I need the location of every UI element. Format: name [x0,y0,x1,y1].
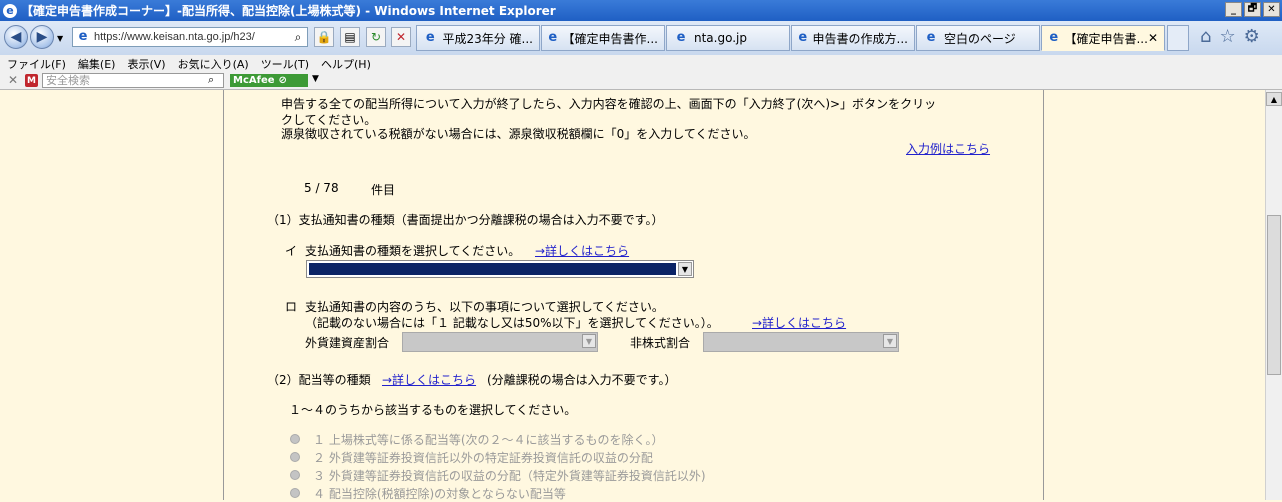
forward-button[interactable]: ▶ [30,25,54,49]
foreign-asset-ratio-label: 外貨建資産割合 [305,336,390,350]
stop-icon[interactable]: ✕ [391,27,411,47]
tab-ie-icon: e [548,30,558,45]
scroll-thumb[interactable] [1267,215,1281,375]
home-icon[interactable]: ⌂ [1200,28,1211,46]
url-text[interactable]: https://www.keisan.nta.go.jp/h23/ [94,31,272,43]
menu-view[interactable]: 表示(V) [127,56,165,72]
menu-help[interactable]: ヘルプ(H) [321,56,371,72]
window-title: 【確定申告書作成コーナー】-配当所得、配当控除(上場株式等) - Windows… [21,4,556,18]
tab-label: 【確定申告書... [1064,31,1148,46]
tab-6-active[interactable]: e 【確定申告書... ✕ [1041,25,1165,51]
foreign-asset-ratio-select[interactable]: ▼ [402,332,598,352]
mcafee-dropdown-icon[interactable]: ▼ [312,74,319,84]
mcafee-button[interactable]: McAfee ⊘ [230,74,308,87]
dropdown-arrow-icon: ▼ [883,334,897,348]
tab-ie-icon: e [798,30,808,45]
close-toolbar-icon[interactable]: ✕ [8,73,18,87]
check-icon: ⊘ [278,75,287,86]
menu-file[interactable]: ファイル(F) [7,56,66,72]
selected-highlight [309,263,676,275]
lock-icon[interactable]: 🔒 [314,27,334,47]
tab-ie-icon: e [926,30,936,45]
record-counter: 5 / 78 [304,181,339,195]
section1-title: （1）支払通知書の種類（書面提出かつ分離課税の場合は入力不要です。） [267,213,664,227]
non-stock-ratio-label: 非株式割合 [630,336,691,350]
dividend-type-option-3: ３ 外貨建等証券投資信託の収益の分配（特定外貨建等証券投資信託以外) [313,469,706,483]
dividend-type-option-1: １ 上場株式等に係る配当等(次の２～４に該当するものを除く。） [313,433,664,447]
section2-note: (分離課税の場合は入力不要です。） [487,373,677,387]
tab-5[interactable]: e 空白のページ [916,25,1040,51]
restore-button[interactable]: 🗗 [1244,2,1261,17]
detail-link-2[interactable]: →詳しくはこちら [752,314,846,331]
mcafee-label: McAfee [233,75,275,86]
window-titlebar: e 【確定申告書作成コーナー】-配当所得、配当控除(上場株式等) - Windo… [0,0,1282,21]
tab-2[interactable]: e 【確定申告書作... [541,25,665,51]
search-icon[interactable]: ⌕ [208,73,214,87]
tab-3[interactable]: e nta.go.jp [666,25,790,51]
tab-1[interactable]: e 平成23年分 確... [416,25,540,51]
navigation-bar: ◀ ▶ ▼ e https://www.keisan.nta.go.jp/h23… [0,21,1282,56]
page-right-margin [1043,90,1266,500]
menu-edit[interactable]: 編集(E) [78,56,116,72]
tab-ie-icon: e [1049,30,1059,45]
example-link[interactable]: 入力例はこちら [906,140,990,157]
compat-view-icon[interactable]: ▤ [340,27,360,47]
favorites-star-icon[interactable]: ☆ [1219,28,1235,46]
search-dropdown-icon[interactable]: ⌕ [289,30,307,45]
refresh-icon[interactable]: ↻ [366,27,386,47]
detail-link-3[interactable]: →詳しくはこちら [382,371,476,388]
back-arrow-icon: ◀ [10,29,22,45]
intro-text-1: 申告する全ての配当所得について入力が終了したら、入力内容を確認の上、画面下の「入… [281,97,937,111]
section2-instruction: １～４のうちから該当するものを選択してください。 [289,403,577,417]
menu-favorites[interactable]: お気に入り(A) [178,56,249,72]
history-dropdown-icon[interactable]: ▼ [57,34,63,43]
tab-4[interactable]: e 申告書の作成方... [791,25,915,51]
mcafee-shield-icon: M [25,74,38,87]
dividend-type-option-2: ２ 外貨建等証券投資信託以外の特定証券投資信託の収益の分配 [313,451,653,465]
back-button[interactable]: ◀ [4,25,28,49]
dropdown-arrow-icon[interactable]: ▼ [678,262,692,276]
tab-label: 平成23年分 確... [442,31,533,46]
non-stock-ratio-select[interactable]: ▼ [703,332,899,352]
menu-tools[interactable]: ツール(T) [261,56,309,72]
dropdown-arrow-icon: ▼ [582,334,596,348]
main-content: 申告する全ての配当所得について入力が終了したら、入力内容を確認の上、画面下の「入… [224,90,1043,501]
tab-label: 【確定申告書作... [562,31,658,46]
close-window-button[interactable]: ✕ [1263,2,1280,17]
page-left-margin [0,90,224,500]
scroll-up-icon[interactable]: ▲ [1266,92,1282,106]
menu-bar: ファイル(F) 編集(E) 表示(V) お気に入り(A) ツール(T) ヘルプ(… [0,55,1282,72]
dividend-type-radio-2[interactable] [290,452,300,462]
command-bar: ✕ M 安全検索 ⌕ McAfee ⊘ ▼ [0,72,1282,90]
dividend-type-radio-4[interactable] [290,488,300,498]
dividend-type-option-4: ４ 配当控除(税額控除)の対象とならない配当等 [313,487,566,501]
minimize-button[interactable]: _ [1225,2,1242,17]
item-ro-text-2: （記載のない場合には「１ 記載なし又は50%以下」を選択してください。）。 [305,316,719,330]
safe-search-input[interactable]: 安全検索 [42,73,224,88]
detail-link-1[interactable]: →詳しくはこちら [535,242,629,259]
page-ie-icon: e [78,29,88,44]
record-counter-unit: 件目 [371,183,396,197]
tab-label: 申告書の作成方... [812,31,908,46]
dividend-type-radio-3[interactable] [290,470,300,480]
section2-title: （2）配当等の種類 [267,373,371,387]
tab-ie-icon: e [676,30,686,45]
item-i-marker: イ [285,244,298,258]
forward-arrow-icon: ▶ [36,29,48,45]
tools-gear-icon[interactable]: ⚙ [1244,28,1260,46]
item-i-text: 支払通知書の種類を選択してください。 [305,244,521,258]
new-tab-button[interactable] [1167,25,1189,51]
vertical-scrollbar[interactable]: ▲ [1265,90,1282,500]
dividend-type-radio-1[interactable] [290,434,300,444]
intro-text-3: 源泉徴収されている税額がない場合には、源泉徴収税額欄に「0」を入力してください。 [281,127,756,141]
notice-type-select[interactable]: ▼ [306,260,694,278]
item-ro-text-1: 支払通知書の内容のうち、以下の事項について選択してください。 [305,300,664,314]
tab-label: 空白のページ [944,31,1016,46]
tab-ie-icon: e [425,30,435,45]
address-bar[interactable]: e https://www.keisan.nta.go.jp/h23/ ⌕ [72,27,308,47]
ie-logo-icon: e [3,3,17,18]
item-ro-marker: ロ [285,300,298,314]
tab-close-icon[interactable]: ✕ [1148,31,1158,45]
tab-label: nta.go.jp [694,31,747,45]
